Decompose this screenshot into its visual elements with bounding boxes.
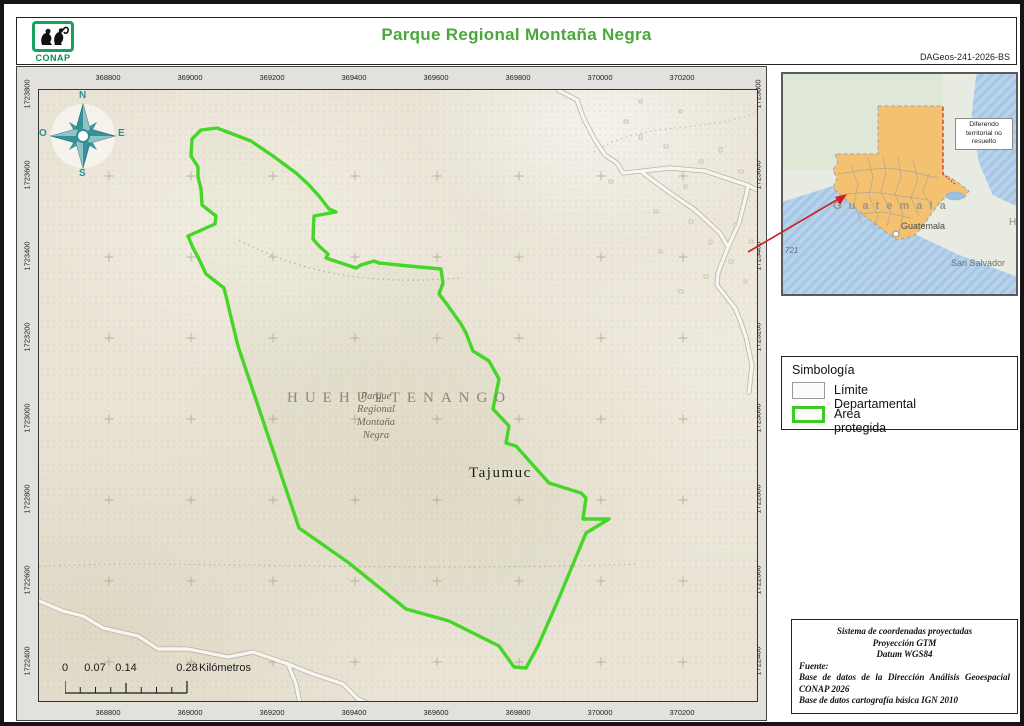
coord-label: 1723600 <box>23 160 32 189</box>
crs-line: Sistema de coordenadas proyectadas <box>799 626 1010 638</box>
inset-honduras-label: H o <box>1009 217 1018 228</box>
coord-label: 370200 <box>669 708 694 717</box>
coord-label: 369200 <box>259 708 284 717</box>
source-heading: Fuente: <box>799 661 1010 673</box>
coord-label: 370000 <box>587 73 612 82</box>
coord-label: 1722400 <box>23 646 32 675</box>
source-line: Base de datos de la Dirección Análisis G… <box>799 672 1010 695</box>
coord-label: 368800 <box>95 73 120 82</box>
coord-label: 369800 <box>505 73 530 82</box>
coord-label: 368800 <box>95 708 120 717</box>
protected-area-swatch <box>792 406 825 423</box>
coord-label: 369600 <box>423 708 448 717</box>
compass-e-label: E <box>118 128 125 139</box>
inset-capital-label: Guatemala <box>901 221 945 231</box>
coord-label: 370200 <box>669 73 694 82</box>
coord-label: 369400 <box>341 708 366 717</box>
coord-label: 369000 <box>177 708 202 717</box>
compass-s-label: S <box>79 168 86 179</box>
scale-value: 0.07 <box>84 662 105 674</box>
scale-value: 0.14 <box>115 662 136 674</box>
map-canvas: N E S O HUEHUETENANGO ParqueRegionalMont… <box>38 89 758 702</box>
inset-city-label: San Salvador <box>951 258 1005 268</box>
coord-label: 1723800 <box>23 79 32 108</box>
conap-logo-label: CONAP <box>23 53 83 63</box>
coord-label: 369200 <box>259 73 284 82</box>
datum-line: Datum WGS84 <box>799 649 1010 661</box>
legend-panel: Simbología Límite Departamental Área pro… <box>781 356 1018 430</box>
inset-capital-dot <box>893 231 899 237</box>
sheet-code: DAGeos-241-2026-BS <box>920 52 1010 62</box>
scale-bar-ticks <box>65 678 195 694</box>
departmental-boundary-swatch <box>792 382 825 399</box>
inset-road-number: 721 <box>785 246 798 255</box>
inset-country-label: G u a t e m a l a <box>833 200 948 212</box>
scale-unit: Kilómetros <box>199 662 251 674</box>
map-frame: 368800 369000 369200 369400 369600 36980… <box>16 66 767 721</box>
page-title: Parque Regional Montaña Negra <box>17 25 1016 45</box>
compass-n-label: N <box>79 90 86 101</box>
header-bar: CONAP Parque Regional Montaña Negra DAGe… <box>16 17 1017 65</box>
projection-line: Proyección GTM <box>799 638 1010 650</box>
territorial-note: Diferendo territorial no resuelto <box>955 118 1013 150</box>
credits-panel: Sistema de coordenadas proyectadas Proye… <box>791 619 1018 714</box>
town-label: Tajumuc <box>469 465 532 482</box>
coord-label: 1723200 <box>23 322 32 351</box>
inset-locator-map: Diferendo territorial no resuelto G u a … <box>781 72 1018 296</box>
scale-value: 0.28 <box>176 662 197 674</box>
map-sheet: CONAP Parque Regional Montaña Negra DAGe… <box>0 0 1024 726</box>
coord-label: 370000 <box>587 708 612 717</box>
legend-title: Simbología <box>792 363 855 377</box>
inset-lake <box>946 192 964 200</box>
compass-w-label: O <box>39 128 47 139</box>
scale-value: 0 <box>62 662 68 674</box>
legend-item-label: Área protegida <box>834 407 886 435</box>
coord-label: 369400 <box>341 73 366 82</box>
coord-label: 369600 <box>423 73 448 82</box>
coord-label: 1722600 <box>23 565 32 594</box>
coord-label: 1723000 <box>23 403 32 432</box>
source-line: Base de datos cartografía básica IGN 201… <box>799 695 1010 707</box>
coord-label: 1723400 <box>23 241 32 270</box>
park-name-label: ParqueRegionalMontañaNegra <box>336 390 416 442</box>
coord-label: 1722800 <box>23 484 32 513</box>
coord-label: 369000 <box>177 73 202 82</box>
scale-bar: 0 0.07 0.14 0.28 Kilómetros <box>63 662 323 696</box>
coord-label: 369800 <box>505 708 530 717</box>
